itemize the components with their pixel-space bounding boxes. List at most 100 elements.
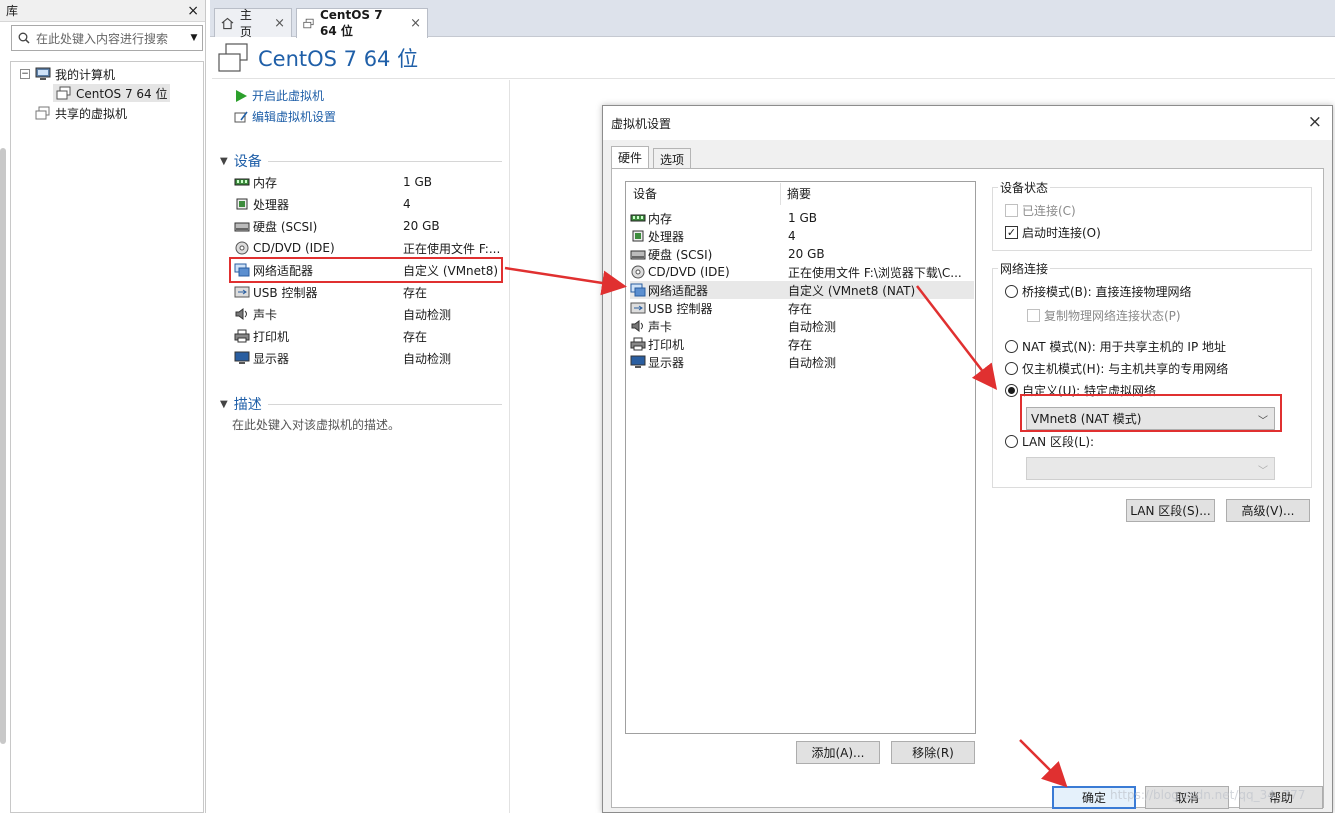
tree-item-shared-vms[interactable]: 共享的虚拟机 — [35, 104, 127, 122]
hardware-name: 网络适配器 — [648, 283, 709, 298]
host-only-radio[interactable]: 仅主机模式(H): 与主机共享的专用网络 — [1005, 360, 1228, 377]
hardware-summary: 4 — [788, 229, 796, 243]
description-section-header[interactable]: ▼ 描述 — [220, 394, 502, 414]
hardware-name: 声卡 — [648, 319, 673, 334]
tab-home[interactable]: 主页 × — [214, 8, 292, 39]
column-header-summary[interactable]: 摘要 — [781, 185, 811, 202]
lan-segment-select[interactable]: ﹀ — [1026, 457, 1275, 480]
device-row[interactable]: 显示器 自动检测 — [234, 348, 502, 368]
tab-close-icon[interactable]: × — [410, 16, 421, 31]
tab-close-icon[interactable]: × — [274, 16, 285, 31]
connected-checkbox[interactable]: 已连接(C) — [1005, 202, 1076, 219]
library-search-input[interactable]: 在此处键入内容进行搜索 ▼ — [11, 25, 203, 51]
watermark: https://blog.csdn.net/qq_34..777 — [1110, 788, 1306, 802]
tree-label: 我的计算机 — [55, 67, 116, 82]
collapse-icon[interactable]: − — [20, 69, 30, 79]
device-row[interactable]: CD/DVD (IDE) 正在使用文件 F:... — [234, 238, 502, 258]
hardware-summary: 自动检测 — [788, 355, 837, 370]
memory-icon — [234, 175, 250, 189]
collapse-triangle-icon: ▼ — [220, 155, 228, 167]
hardware-row[interactable]: 硬盘 (SCSI) 20 GB — [630, 245, 974, 263]
sound-icon — [234, 307, 250, 321]
tab-options[interactable]: 选项 — [653, 148, 692, 168]
radio-icon — [1005, 435, 1018, 448]
tree-item-my-computer[interactable]: − 我的计算机 — [20, 65, 115, 83]
power-on-link[interactable]: 开启此虚拟机 — [234, 87, 324, 104]
hardware-summary: 1 GB — [788, 211, 817, 225]
advanced-button[interactable]: 高级(V)... — [1226, 499, 1310, 522]
computer-icon — [35, 67, 51, 80]
hardware-summary: 自定义 (VMnet8 (NAT) — [788, 283, 916, 298]
vm-settings-dialog: 虚拟机设置 × 硬件 选项 设备 摘要 内存 1 GB 处理器 4 硬盘 (SCSI) 2… — [602, 105, 1333, 813]
device-row[interactable]: USB 控制器 存在 — [234, 282, 502, 302]
hardware-row[interactable]: CD/DVD (IDE) 正在使用文件 F:\浏览器下载\C... — [630, 263, 974, 281]
lan-segments-button[interactable]: LAN 区段(S)... — [1126, 499, 1215, 522]
cpu-icon — [630, 229, 646, 243]
tab-bar: 主页 × CentOS 7 64 位 × — [210, 0, 1335, 39]
device-row[interactable]: 内存 1 GB — [234, 172, 502, 192]
bridged-radio[interactable]: 桥接模式(B): 直接连接物理网络 — [1005, 283, 1191, 300]
dialog-titlebar: 虚拟机设置 × — [603, 106, 1332, 140]
hardware-name: 打印机 — [648, 337, 685, 352]
display-icon — [234, 351, 250, 365]
cpu-icon — [234, 197, 250, 211]
checkbox-icon — [1027, 309, 1040, 322]
device-status-label: 设备状态 — [998, 179, 1051, 196]
devices-section-header[interactable]: ▼ 设备 — [220, 151, 502, 171]
replicate-state-checkbox[interactable]: 复制物理网络连接状态(P) — [1027, 307, 1181, 324]
dialog-close-icon[interactable]: × — [1308, 112, 1322, 132]
tree-label: CentOS 7 64 位 — [76, 86, 168, 101]
highlight-box — [229, 257, 503, 283]
hardware-list[interactable]: 设备 摘要 内存 1 GB 处理器 4 硬盘 (SCSI) 20 GB CD/DVD (ID… — [625, 181, 976, 734]
play-icon — [236, 89, 247, 102]
connect-on-power-checkbox[interactable]: ✓ 启动时连接(O) — [1005, 224, 1101, 241]
tree-item-centos[interactable]: CentOS 7 64 位 — [53, 84, 171, 102]
printer-icon — [234, 329, 250, 343]
library-scrollbar[interactable] — [0, 148, 6, 744]
device-row[interactable]: 打印机 存在 — [234, 326, 502, 346]
tab-centos[interactable]: CentOS 7 64 位 × — [296, 8, 428, 38]
hardware-row[interactable]: 打印机 存在 — [630, 335, 974, 353]
hardware-row[interactable]: 声卡 自动检测 — [630, 317, 974, 335]
vm-icon — [56, 86, 71, 100]
tree-label: 共享的虚拟机 — [55, 106, 128, 121]
edit-settings-link[interactable]: 编辑虚拟机设置 — [234, 108, 336, 125]
device-value: 20 GB — [403, 219, 440, 233]
tab-hardware[interactable]: 硬件 — [611, 146, 650, 169]
device-row[interactable]: 处理器 4 — [234, 194, 502, 214]
nat-radio[interactable]: NAT 模式(N): 用于共享主机的 IP 地址 — [1005, 338, 1226, 355]
device-row[interactable]: 声卡 自动检测 — [234, 304, 502, 324]
hardware-name: USB 控制器 — [648, 301, 713, 316]
description-input[interactable]: 在此处键入对该虚拟机的描述。 — [232, 416, 400, 433]
dialog-body: 设备 摘要 内存 1 GB 处理器 4 硬盘 (SCSI) 20 GB CD/DVD (ID… — [611, 168, 1324, 808]
device-value: 1 GB — [403, 175, 432, 189]
page-title: CentOS 7 64 位 — [258, 46, 419, 71]
search-dropdown-icon[interactable]: ▼ — [186, 33, 202, 43]
device-name: 显示器 — [253, 351, 290, 366]
lan-segment-radio[interactable]: LAN 区段(L): — [1005, 433, 1094, 450]
shared-vm-icon — [35, 106, 50, 120]
hardware-row[interactable]: 内存 1 GB — [630, 209, 974, 227]
library-panel: 库 × 在此处键入内容进行搜索 ▼ − 我的计算机 CentOS 7 64 位 … — [0, 0, 206, 813]
device-value: 存在 — [403, 285, 428, 300]
search-placeholder: 在此处键入内容进行搜索 — [36, 31, 169, 46]
device-row[interactable]: 硬盘 (SCSI) 20 GB — [234, 216, 502, 236]
hardware-row[interactable]: USB 控制器 存在 — [630, 299, 974, 317]
device-name: 处理器 — [253, 197, 290, 212]
radio-icon — [1005, 285, 1018, 298]
cdrom-icon — [630, 265, 646, 279]
column-header-device[interactable]: 设备 — [626, 182, 781, 205]
device-value: 存在 — [403, 329, 428, 344]
hardware-row[interactable]: 处理器 4 — [630, 227, 974, 245]
checkbox-icon — [1005, 204, 1018, 217]
tab-label: CentOS 7 64 位 — [319, 8, 383, 38]
vm-header: CentOS 7 64 位 — [212, 37, 1335, 79]
hardware-list-header: 设备 摘要 — [626, 182, 975, 206]
device-name: USB 控制器 — [253, 285, 318, 300]
remove-button[interactable]: 移除(R) — [891, 741, 975, 764]
add-button[interactable]: 添加(A)... — [796, 741, 880, 764]
search-icon — [12, 32, 36, 44]
library-close-icon[interactable]: × — [187, 3, 199, 19]
hardware-row[interactable]: 网络适配器 自定义 (VMnet8 (NAT) — [630, 281, 974, 299]
hardware-row[interactable]: 显示器 自动检测 — [630, 353, 974, 371]
